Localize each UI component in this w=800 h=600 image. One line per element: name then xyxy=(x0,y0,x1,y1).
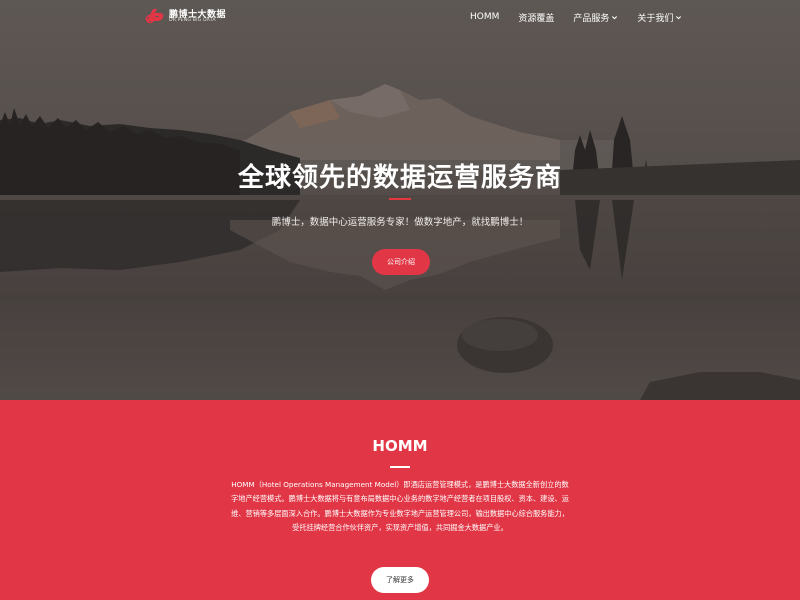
nav-item-products-services[interactable]: 产品服务 xyxy=(573,11,618,24)
hero-section: 鹏博士大数据 DR.PENG BIG DATA HOMM 资源覆盖 产品服务 关… xyxy=(0,0,800,400)
hero-title-divider xyxy=(389,198,411,200)
homm-section-title: HOMM xyxy=(372,437,428,455)
brand-logo[interactable]: 鹏博士大数据 DR.PENG BIG DATA xyxy=(145,4,226,26)
hero-title: 全球领先的数据运营服务商 xyxy=(237,163,562,193)
main-nav: HOMM 资源覆盖 产品服务 关于我们 xyxy=(470,10,701,24)
hero-dim-overlay xyxy=(0,0,800,400)
nav-item-label: 资源覆盖 xyxy=(518,13,555,24)
nav-item-about-us[interactable]: 关于我们 xyxy=(637,11,682,24)
brand-name-en: DR.PENG BIG DATA xyxy=(169,18,216,23)
nav-item-resource-coverage[interactable]: 资源覆盖 xyxy=(518,11,554,24)
nav-item-homm[interactable]: HOMM xyxy=(470,12,499,22)
nav-item-label: HOMM xyxy=(470,12,500,22)
homm-description: HOMM（Hotel Operations Management Model）即… xyxy=(231,480,569,533)
homm-section: HOMM HOMM（Hotel Operations Management Mo… xyxy=(0,400,800,600)
chevron-down-icon xyxy=(612,15,618,19)
nav-item-label: 产品服务 xyxy=(573,13,610,24)
homm-title-divider xyxy=(390,466,410,468)
company-intro-button[interactable]: 公司介绍 xyxy=(372,249,430,275)
brand-logo-mark-icon xyxy=(145,9,164,24)
hero-subtitle: 鹏博士，数据中心运营服务专家！做数字地产，就找鹏博士！ xyxy=(271,217,529,228)
nav-item-label: 关于我们 xyxy=(637,13,674,24)
learn-more-button[interactable]: 了解更多 xyxy=(371,567,429,593)
chevron-down-icon xyxy=(676,15,682,19)
